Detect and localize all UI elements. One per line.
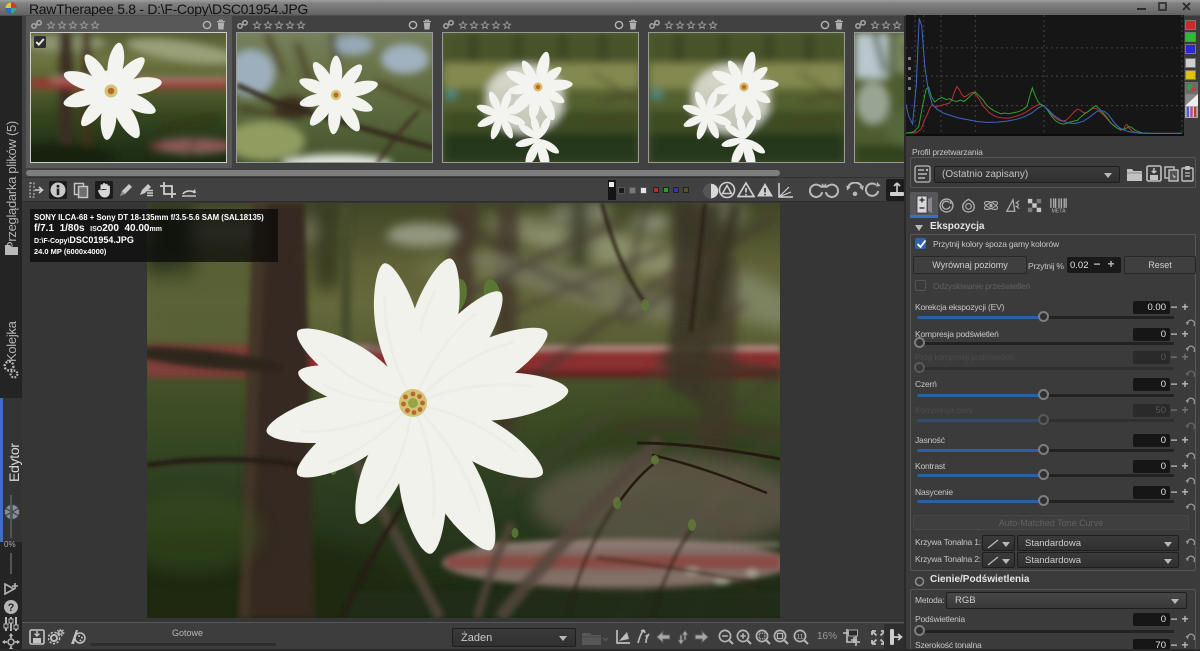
svg-text:META: META — [1051, 209, 1066, 214]
svg-text:11: 11 — [797, 634, 804, 641]
svg-text:?: ? — [8, 602, 15, 614]
